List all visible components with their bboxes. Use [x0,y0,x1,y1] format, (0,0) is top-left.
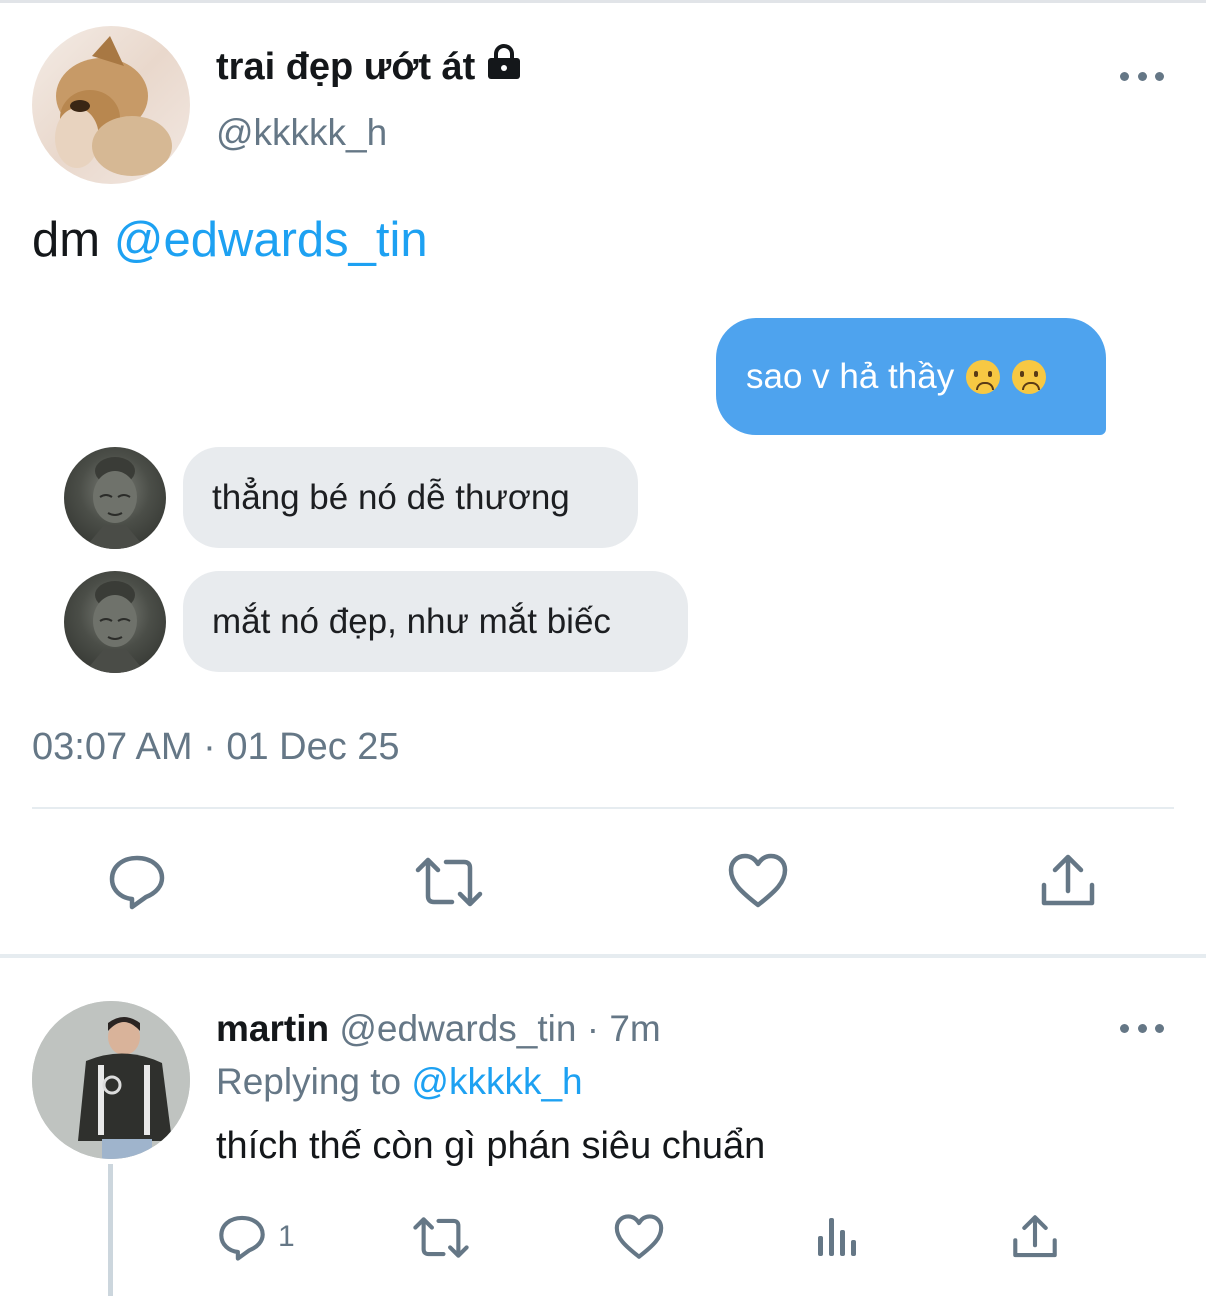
divider [32,807,1174,809]
reply-time[interactable]: 7m [609,1008,660,1049]
author-handle[interactable]: @kkkkk_h [216,112,387,154]
reply-display-name[interactable]: martin [216,1008,329,1049]
lock-icon [485,44,523,90]
retweet-icon[interactable] [414,856,484,908]
reply-icon[interactable] [108,852,166,910]
received-message-bubble: mắt nó đẹp, như mắt biếc [183,571,688,672]
received-message-text: mắt nó đẹp, như mắt biếc [212,601,611,641]
reply-handle[interactable]: @edwards_tin [339,1008,576,1049]
author-avatar[interactable] [32,26,190,184]
reply-author-avatar[interactable] [32,1001,190,1159]
mention-link[interactable]: @edwards_tin [114,213,428,267]
sent-message-text: sao v hả thầy [746,356,955,396]
reply-text: thích thế còn gì phán siêu chuẩn [216,1125,766,1167]
like-icon[interactable] [614,1214,664,1260]
more-icon[interactable] [1120,1016,1164,1040]
reply-action[interactable]: 1 [218,1213,295,1261]
sad-face-emoji [1012,359,1047,394]
reply-separator: · [586,1008,600,1049]
replying-to: Replying to @kkkkk_h [216,1061,583,1103]
reply-count: 1 [278,1220,295,1253]
sent-message-bubble: sao v hả thầy [716,318,1106,435]
received-message-bubble: thẳng bé nó dễ thương [183,447,638,548]
replying-to-handle[interactable]: @kkkkk_h [411,1061,582,1102]
buddha-avatar [64,571,166,673]
like-icon[interactable] [728,853,788,909]
author-name-row: trai đẹp ướt át [216,44,523,90]
section-separator [0,954,1206,958]
analytics-icon[interactable] [816,1216,858,1258]
reply-icon[interactable] [218,1213,266,1261]
share-icon[interactable] [1040,853,1096,909]
buddha-avatar [64,447,166,549]
author-display-name[interactable]: trai đẹp ướt át [216,46,475,89]
more-icon[interactable] [1120,64,1164,88]
share-icon[interactable] [1012,1214,1058,1260]
sad-face-emoji [966,359,1001,394]
top-divider [0,0,1206,3]
tweet-timestamp[interactable]: 03:07 AM · 01 Dec 25 [32,726,400,769]
received-message-text: thẳng bé nó dễ thương [212,477,570,517]
replying-to-label: Replying to [216,1061,402,1102]
thread-line [108,1164,113,1296]
tweet-text-prefix: dm [32,213,101,267]
retweet-icon[interactable] [412,1216,470,1259]
tweet-text: dm @edwards_tin [32,212,428,268]
reply-header: martin @edwards_tin · 7m [216,1008,661,1050]
